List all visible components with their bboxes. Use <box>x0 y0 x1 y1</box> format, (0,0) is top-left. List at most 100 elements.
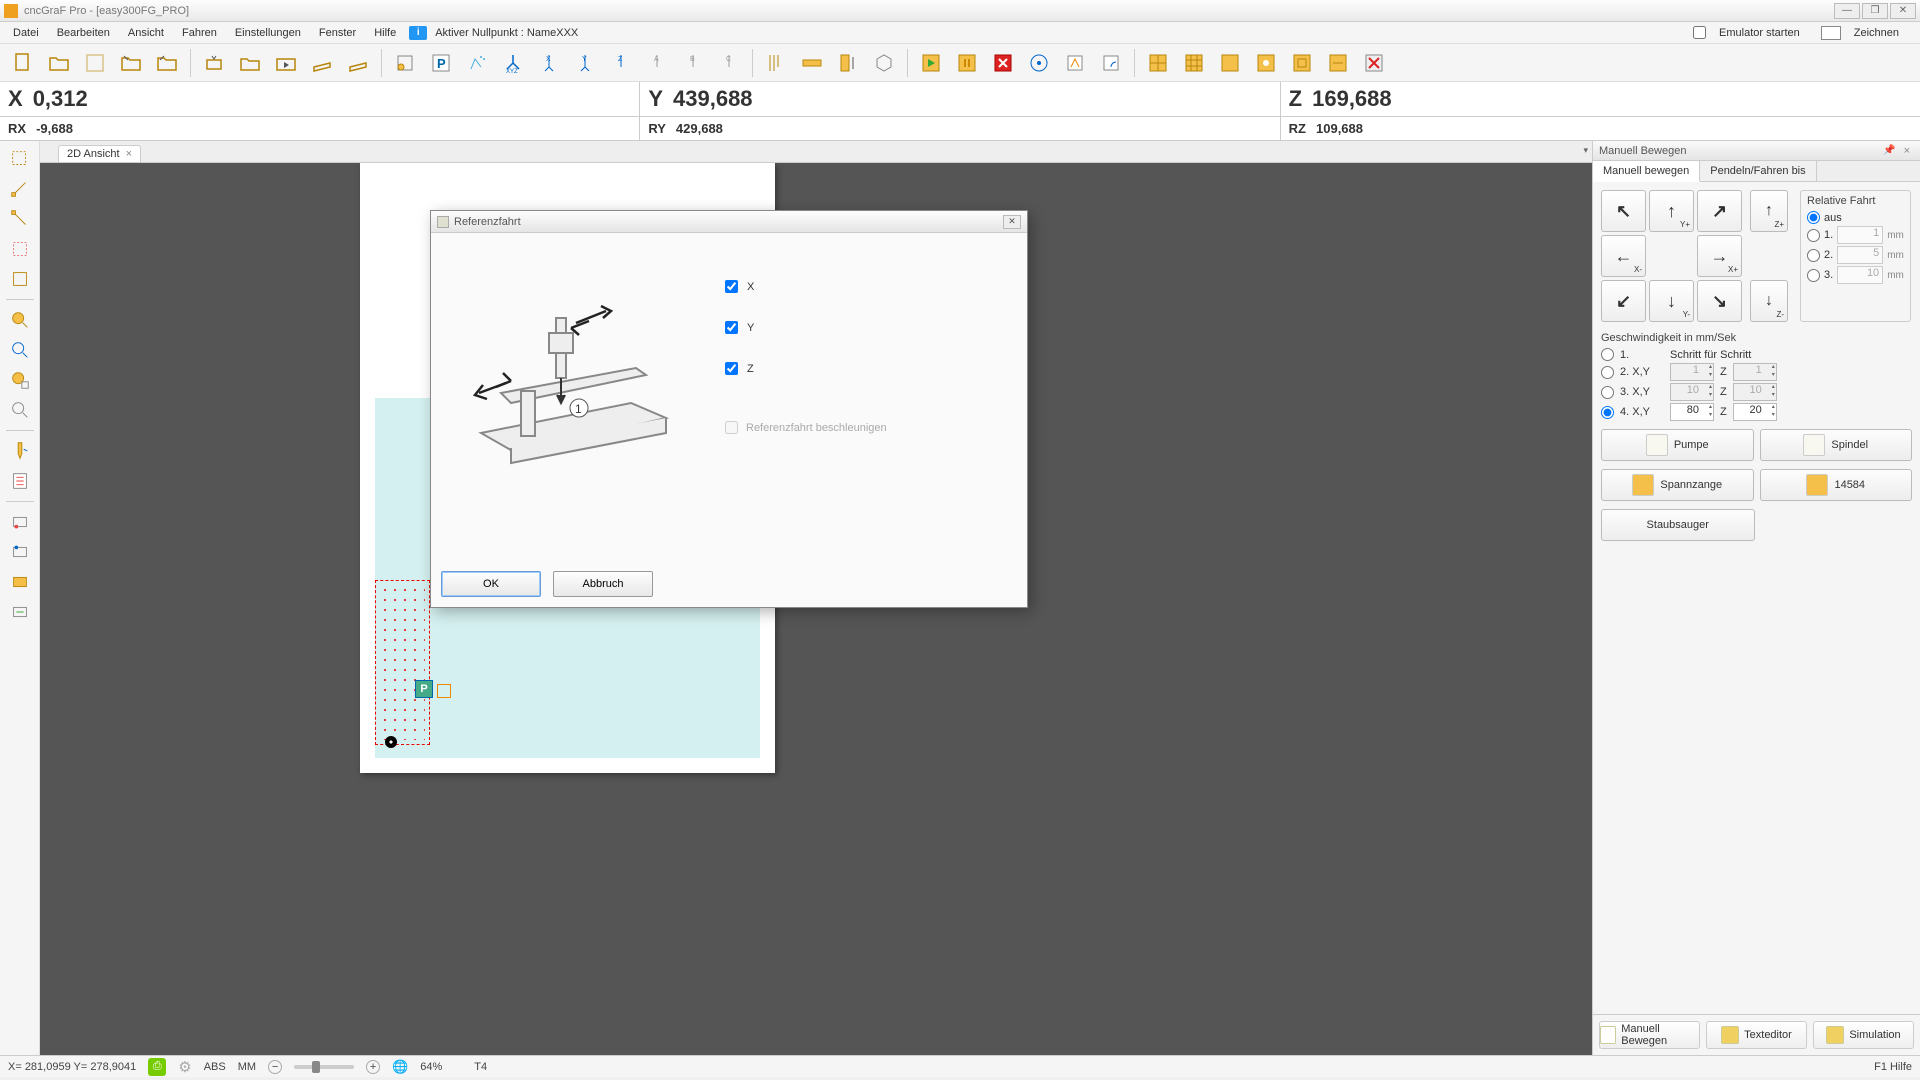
tool-xyz[interactable]: XYZ <box>496 47 530 79</box>
jog-z-up[interactable]: ↑Z+ <box>1750 190 1788 232</box>
globe-icon[interactable]: 🌐 <box>392 1059 408 1075</box>
tool-plane-dd[interactable] <box>341 47 375 79</box>
ok-button[interactable]: OK <box>441 571 541 597</box>
menu-datei[interactable]: Datei <box>4 24 48 42</box>
rel-3-radio[interactable] <box>1807 269 1820 282</box>
panel-tab-manuell[interactable]: Manuell Bewegen <box>1599 1021 1700 1049</box>
jog-w[interactable]: ←X- <box>1601 235 1646 277</box>
tool-spray[interactable] <box>460 47 494 79</box>
speed-display-button[interactable]: 14584 <box>1760 469 1913 501</box>
zoom-in-icon[interactable]: + <box>366 1060 380 1074</box>
menu-fahren[interactable]: Fahren <box>173 24 226 42</box>
rel-1-radio[interactable] <box>1807 229 1820 242</box>
tool-grid-b[interactable] <box>1177 47 1211 79</box>
emulator-checkbox[interactable]: Emulator starten <box>1693 24 1809 42</box>
speed-4-radio[interactable] <box>1601 406 1614 419</box>
speed-4-xy-input[interactable]: 80 <box>1670 403 1714 421</box>
menu-hilfe[interactable]: Hilfe <box>365 24 405 42</box>
vtool-drill[interactable] <box>4 437 36 465</box>
panel-tab-texteditor[interactable]: Texteditor <box>1706 1021 1807 1049</box>
spindel-button[interactable]: Spindel <box>1760 429 1913 461</box>
menu-einstellungen[interactable]: Einstellungen <box>226 24 310 42</box>
tool-new[interactable] <box>6 47 40 79</box>
tool-folder-dd[interactable] <box>233 47 267 79</box>
status-abs[interactable]: ABS <box>204 1061 226 1073</box>
panel-tab-simulation[interactable]: Simulation <box>1813 1021 1914 1049</box>
tool-axis-z[interactable]: Z <box>604 47 638 79</box>
close-button[interactable]: ✕ <box>1890 3 1916 19</box>
cancel-button[interactable]: Abbruch <box>553 571 653 597</box>
tool-open[interactable] <box>42 47 76 79</box>
vtool-shape-a[interactable] <box>4 175 36 203</box>
jog-e[interactable]: →X+ <box>1697 235 1742 277</box>
menu-ansicht[interactable]: Ansicht <box>119 24 173 42</box>
menu-bearbeiten[interactable]: Bearbeiten <box>48 24 119 42</box>
tool-axis-b[interactable]: B <box>676 47 710 79</box>
tool-box-dd[interactable] <box>197 47 231 79</box>
tool-play-folder[interactable] <box>269 47 303 79</box>
tool-pause[interactable] <box>950 47 984 79</box>
speed-3-radio[interactable] <box>1601 386 1614 399</box>
tab-2d-ansicht[interactable]: 2D Ansicht× <box>58 145 141 162</box>
vtool-list[interactable] <box>4 467 36 495</box>
tool-stop[interactable] <box>986 47 1020 79</box>
jog-sw[interactable]: ↙ <box>1601 280 1646 322</box>
tab-dropdown-icon[interactable]: ▾ <box>1583 145 1588 156</box>
tool-speed[interactable] <box>1058 47 1092 79</box>
vtool-select[interactable] <box>4 145 36 173</box>
tool-gauge[interactable] <box>1094 47 1128 79</box>
settings-icon[interactable]: ⚙ <box>178 1058 191 1076</box>
dialog-close-icon[interactable]: ✕ <box>1003 215 1021 229</box>
vtool-shape-f[interactable] <box>4 538 36 566</box>
zoom-out-icon[interactable]: − <box>268 1060 282 1074</box>
tool-axis-x[interactable]: X <box>532 47 566 79</box>
rel-2-radio[interactable] <box>1807 249 1820 262</box>
ref-y-checkbox[interactable]: Y <box>721 318 887 337</box>
pumpe-button[interactable]: Pumpe <box>1601 429 1754 461</box>
pin-icon[interactable]: 📌 <box>1879 145 1899 156</box>
vtool-shape-e[interactable] <box>4 508 36 536</box>
tool-save[interactable] <box>78 47 112 79</box>
spannzange-button[interactable]: Spannzange <box>1601 469 1754 501</box>
speed-4-z-input[interactable]: 20 <box>1733 403 1777 421</box>
tool-axis-a[interactable]: A <box>640 47 674 79</box>
ref-x-checkbox[interactable]: X <box>721 277 887 296</box>
tool-height[interactable] <box>831 47 865 79</box>
tool-grid-f[interactable] <box>1321 47 1355 79</box>
vtool-shape-g[interactable] <box>4 568 36 596</box>
usb-status-icon[interactable]: ⎙ <box>148 1058 166 1076</box>
tab-close-icon[interactable]: × <box>126 148 132 160</box>
vtool-zoom-a[interactable] <box>4 306 36 334</box>
tool-caliper[interactable] <box>759 47 793 79</box>
jog-s[interactable]: ↓Y- <box>1649 280 1694 322</box>
tool-plane[interactable] <box>305 47 339 79</box>
speed-2-radio[interactable] <box>1601 366 1614 379</box>
zeichnen-checkbox[interactable]: Zeichnen <box>1821 24 1908 42</box>
tool-axis-y[interactable]: Y <box>568 47 602 79</box>
tab-manuell-bewegen[interactable]: Manuell bewegen <box>1593 161 1700 182</box>
tool-grid-a[interactable] <box>1141 47 1175 79</box>
vtool-shape-h[interactable] <box>4 598 36 626</box>
tool-axis-c[interactable]: C <box>712 47 746 79</box>
tool-grid-e[interactable] <box>1285 47 1319 79</box>
vtool-shape-d[interactable] <box>4 265 36 293</box>
vtool-zoom-d[interactable] <box>4 396 36 424</box>
jog-ne[interactable]: ↗ <box>1697 190 1742 232</box>
vtool-zoom-c[interactable] <box>4 366 36 394</box>
tool-grid-d[interactable] <box>1249 47 1283 79</box>
tool-origin[interactable] <box>388 47 422 79</box>
maximize-button[interactable]: ❐ <box>1862 3 1888 19</box>
jog-nw[interactable]: ↖ <box>1601 190 1646 232</box>
speed-1-radio[interactable] <box>1601 348 1614 361</box>
status-mm[interactable]: MM <box>238 1061 256 1073</box>
zoom-slider[interactable] <box>294 1065 354 1069</box>
tool-folder-b[interactable] <box>150 47 184 79</box>
jog-n[interactable]: ↑Y+ <box>1649 190 1694 232</box>
menu-fenster[interactable]: Fenster <box>310 24 365 42</box>
minimize-button[interactable]: — <box>1834 3 1860 19</box>
tool-folder-a[interactable] <box>114 47 148 79</box>
tool-target[interactable] <box>1022 47 1056 79</box>
tool-measure[interactable] <box>795 47 829 79</box>
tool-run[interactable] <box>914 47 948 79</box>
jog-se[interactable]: ↘ <box>1697 280 1742 322</box>
